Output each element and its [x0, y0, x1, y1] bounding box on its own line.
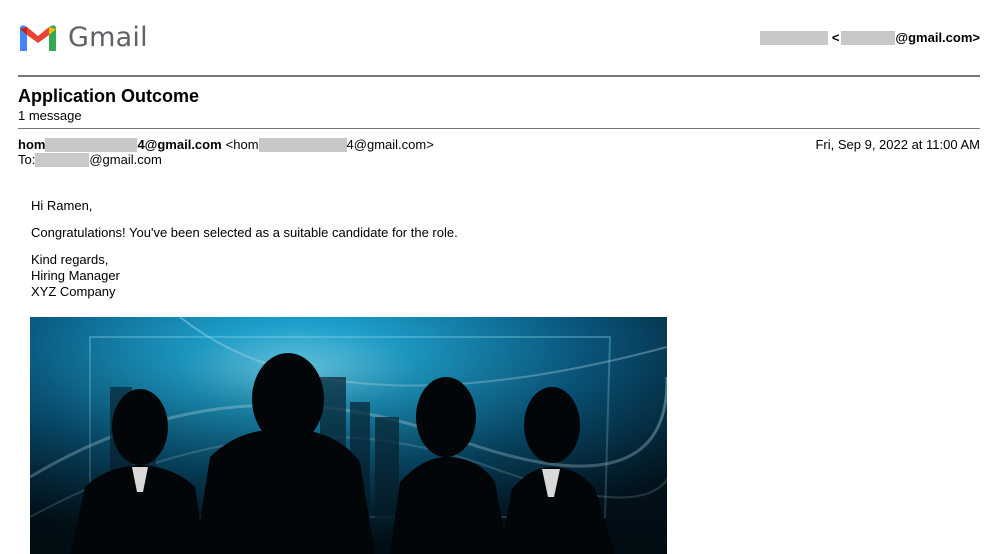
body-paragraph: Congratulations! You've been selected as…	[31, 225, 458, 240]
print-header: Gmail < @gmail.com>	[18, 20, 980, 60]
redaction-bar	[35, 152, 90, 167]
to-label: To:	[18, 152, 36, 167]
thread-subject: Application Outcome	[18, 86, 200, 106]
redaction-bar	[841, 30, 896, 45]
gmail-m-logo-icon	[20, 24, 56, 51]
redaction-bar	[45, 137, 138, 152]
sender-address-suffix: 4@gmail.com>	[346, 137, 434, 152]
business-silhouettes-image	[30, 317, 667, 554]
header-divider	[18, 75, 980, 77]
gmail-wordmark: Gmail	[68, 22, 148, 53]
signature: Kind regards, Hiring Manager XYZ Company	[31, 252, 458, 300]
sender-name-suffix: 4@gmail.com	[137, 137, 222, 152]
message-date: Fri, Sep 9, 2022 at 11:00 AM	[815, 137, 980, 152]
message-recipient: To: @gmail.com	[18, 152, 162, 167]
account-email: < @gmail.com>	[759, 30, 980, 45]
redaction-bar	[759, 30, 828, 45]
recipient-address-suffix: @gmail.com	[89, 152, 162, 167]
signature-company: XYZ Company	[31, 284, 116, 299]
subject-divider	[18, 128, 980, 129]
redaction-bar	[258, 137, 347, 152]
message-count: 1 message	[18, 108, 82, 123]
gmail-logo: Gmail	[18, 22, 148, 53]
greeting: Hi Ramen,	[31, 198, 93, 213]
message-sender: hom 4@gmail.com <hom 4@gmail.com>	[18, 137, 434, 152]
sender-name-prefix: hom	[18, 137, 46, 152]
signature-title: Hiring Manager	[31, 268, 120, 283]
account-open-bracket: <	[831, 30, 840, 45]
account-email-suffix: @gmail.com>	[895, 30, 980, 45]
closing: Kind regards,	[31, 252, 109, 267]
message-body: Hi Ramen, Congratulations! You've been s…	[31, 198, 458, 311]
sender-address-prefix: <hom	[225, 137, 259, 152]
